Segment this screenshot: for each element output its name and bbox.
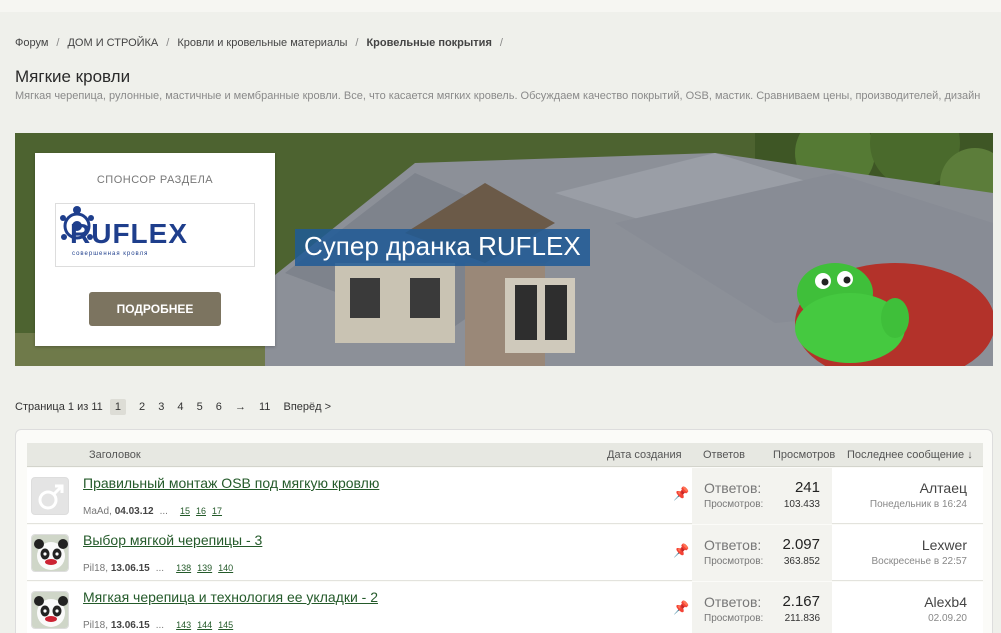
last-post: Alexb4 02.09.20 <box>827 582 967 633</box>
thread-title-link[interactable]: Выбор мягкой черепицы - 3 <box>83 532 262 548</box>
thread-stats: Ответов: 2.097 Просмотров: 363.852 <box>692 525 832 581</box>
sponsor-banner[interactable]: СПОНСОР РАЗДЕЛА RUFLEX совершенная кровл… <box>15 133 993 366</box>
next-page-link[interactable]: Вперёд > <box>283 401 331 413</box>
thread-page-link[interactable]: 143 <box>176 620 191 630</box>
pagination: Страница 1 из 11 1 2 3 4 5 6 → 11 Вперёд… <box>15 399 331 415</box>
avatar[interactable] <box>31 477 69 515</box>
breadcrumb-forum[interactable]: Форум <box>15 37 48 49</box>
page-jump-arrow[interactable]: → <box>235 401 246 413</box>
thread-stats: Ответов: 2.167 Просмотров: 211.836 <box>692 582 832 633</box>
page-title: Мягкие кровли <box>15 67 131 86</box>
pin-icon: 📌 <box>673 600 690 615</box>
logo-tagline: совершенная кровля <box>72 251 149 257</box>
male-symbol-icon <box>38 484 64 510</box>
replies-count: 2.167 <box>782 593 820 610</box>
last-post-user[interactable]: Lexwer <box>922 537 967 553</box>
thread-meta: Pil18, 13.06.15... 143 144 145 <box>83 620 234 631</box>
panda-avatar-icon <box>32 592 68 628</box>
page-link-4[interactable]: 4 <box>177 401 183 413</box>
thread-page-link[interactable]: 140 <box>218 563 233 573</box>
header-replies[interactable]: Ответов <box>703 449 745 461</box>
pin-icon: 📌 <box>673 486 690 501</box>
header-title[interactable]: Заголовок <box>89 449 141 461</box>
last-post-time[interactable]: 02.09.20 <box>928 613 967 624</box>
page-ellipsis: ... <box>155 620 165 631</box>
thread-row[interactable]: Правильный монтаж OSB под мягкую кровлю … <box>27 468 983 524</box>
turtle-icon <box>60 206 94 240</box>
pin-icon: 📌 <box>673 543 690 558</box>
avatar[interactable] <box>31 534 69 572</box>
thread-title-link[interactable]: Мягкая черепица и технология ее укладки … <box>83 589 378 605</box>
header-last-post[interactable]: Последнее сообщение ↓ <box>847 449 973 461</box>
thread-page-link[interactable]: 139 <box>197 563 212 573</box>
views-count: 363.852 <box>783 556 820 567</box>
replies-label: Ответов: <box>704 480 762 496</box>
thread-page-link[interactable]: 16 <box>196 506 206 516</box>
page-link-11[interactable]: 11 <box>259 401 270 413</box>
thread-list-header: Заголовок Дата создания Ответов Просмотр… <box>27 443 983 467</box>
views-label: Просмотров: <box>704 499 764 510</box>
views-count: 103.433 <box>783 499 820 510</box>
avatar[interactable] <box>31 591 69 629</box>
thread-author[interactable]: MaAd <box>83 506 109 517</box>
thread-row[interactable]: Мягкая черепица и технология ее укладки … <box>27 582 983 633</box>
thread-title-link[interactable]: Правильный монтаж OSB под мягкую кровлю <box>83 475 379 491</box>
breadcrumb-separator: / <box>166 37 170 49</box>
last-post-time[interactable]: Понедельник в 16:24 <box>870 499 967 510</box>
thread-page-link[interactable]: 144 <box>197 620 212 630</box>
panda-avatar-icon <box>32 535 68 571</box>
forum-page: Форум / ДОМ И СТРОЙКА / Кровли и кровельные … <box>0 0 1001 633</box>
header-created[interactable]: Дата создания <box>607 449 682 461</box>
top-strip <box>0 0 1001 12</box>
page-link-5[interactable]: 5 <box>197 401 203 413</box>
breadcrumb-krovli[interactable]: Кровли и кровельные материалы <box>177 37 347 49</box>
banner-headline: Супер дранка RUFLEX <box>295 229 590 266</box>
replies-count: 241 <box>794 479 820 496</box>
sponsor-label: СПОНСОР РАЗДЕЛА <box>96 174 214 186</box>
thread-row[interactable]: Выбор мягкой черепицы - 3 Pil18, 13.06.1… <box>27 525 983 581</box>
page-link-1[interactable]: 1 <box>109 399 126 415</box>
breadcrumb-dom-i-stroyka[interactable]: ДОМ И СТРОЙКА <box>67 37 158 49</box>
breadcrumb: Форум / ДОМ И СТРОЙКА / Кровли и кровельные … <box>15 37 511 49</box>
last-post-user[interactable]: Алтаец <box>920 480 967 496</box>
breadcrumb-separator: / <box>355 37 359 49</box>
thread-meta: Pil18, 13.06.15... 138 139 140 <box>83 563 234 574</box>
pagination-summary: Страница 1 из 11 <box>15 401 103 413</box>
replies-label: Ответов: <box>704 537 762 553</box>
thread-page-link[interactable]: 138 <box>176 563 191 573</box>
breadcrumb-krovelnye-pokrytiya[interactable]: Кровельные покрытия <box>366 37 491 49</box>
thread-stats: Ответов: 241 Просмотров: 103.433 <box>692 468 832 524</box>
page-ellipsis: ... <box>159 506 168 517</box>
thread-meta: MaAd, 04.03.12... 15 16 17 <box>83 506 223 517</box>
last-post: Lexwer Воскресенье в 22:57 <box>827 525 967 581</box>
last-post: Алтаец Понедельник в 16:24 <box>827 468 967 524</box>
page-link-2[interactable]: 2 <box>139 401 145 413</box>
thread-date: 04.03.12 <box>114 506 154 517</box>
thread-author[interactable]: Pil18 <box>83 563 105 574</box>
replies-count: 2.097 <box>782 536 820 553</box>
page-link-6[interactable]: 6 <box>216 401 222 413</box>
thread-page-link[interactable]: 17 <box>212 506 222 516</box>
sponsor-card: СПОНСОР РАЗДЕЛА RUFLEX совершенная кровл… <box>35 153 275 346</box>
replies-label: Ответов: <box>704 594 762 610</box>
page-ellipsis: ... <box>155 563 165 574</box>
last-post-time[interactable]: Воскресенье в 22:57 <box>872 556 967 567</box>
views-count: 211.836 <box>784 613 820 624</box>
thread-page-link[interactable]: 15 <box>180 506 190 516</box>
views-label: Просмотров: <box>704 613 764 624</box>
ruflex-logo[interactable]: RUFLEX совершенная кровля <box>55 203 255 267</box>
last-post-user[interactable]: Alexb4 <box>924 594 967 610</box>
more-button[interactable]: ПОДРОБНЕЕ <box>89 292 221 326</box>
views-label: Просмотров: <box>704 556 764 567</box>
breadcrumb-separator: / <box>56 37 60 49</box>
breadcrumb-separator: / <box>499 37 503 49</box>
thread-page-link[interactable]: 145 <box>218 620 233 630</box>
thread-author[interactable]: Pil18 <box>83 620 105 631</box>
thread-list: Заголовок Дата создания Ответов Просмотр… <box>15 429 993 633</box>
page-link-3[interactable]: 3 <box>158 401 164 413</box>
header-views[interactable]: Просмотров <box>773 449 835 461</box>
thread-date: 13.06.15 <box>110 563 150 574</box>
thread-date: 13.06.15 <box>110 620 150 631</box>
forum-description: Мягкая черепица, рулонные, мастичные и м… <box>15 90 981 102</box>
